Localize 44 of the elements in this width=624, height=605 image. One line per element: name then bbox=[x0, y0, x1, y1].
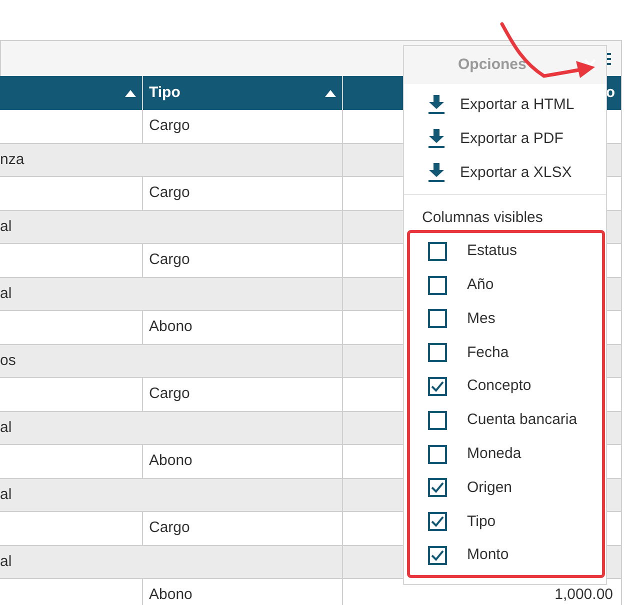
section-title: Columnas visibles bbox=[422, 209, 543, 226]
table-cell: Cargo bbox=[143, 177, 343, 210]
checkbox[interactable] bbox=[428, 309, 447, 328]
column-toggle[interactable]: Fecha bbox=[404, 336, 606, 370]
column-toggle[interactable]: Estatus bbox=[404, 234, 606, 268]
export-menu-item[interactable]: Exportar a HTML bbox=[404, 88, 606, 122]
group-label: al bbox=[0, 552, 12, 572]
table-cell: Abono bbox=[143, 445, 343, 478]
table-cell: Abono bbox=[143, 311, 343, 344]
checkbox[interactable] bbox=[428, 444, 447, 464]
download-icon bbox=[428, 163, 445, 183]
group-label: os bbox=[0, 350, 16, 370]
column-toggle[interactable]: Tipo bbox=[404, 504, 606, 539]
table-cell: Cargo bbox=[143, 110, 343, 144]
download-icon bbox=[428, 129, 445, 149]
group-label: al bbox=[0, 216, 12, 236]
close-icon[interactable] bbox=[584, 59, 596, 71]
checkbox[interactable] bbox=[428, 478, 447, 498]
group-label: al bbox=[0, 284, 12, 304]
column-toggle[interactable]: Moneda bbox=[404, 437, 606, 472]
column-toggle[interactable]: Mes bbox=[404, 302, 606, 336]
checkbox[interactable] bbox=[428, 377, 447, 396]
column-toggle[interactable]: Monto bbox=[404, 538, 606, 572]
table-cell: Cargo bbox=[143, 244, 343, 278]
export-menu-item[interactable]: Exportar a XLSX bbox=[404, 156, 606, 190]
column-header[interactable]: Tipo bbox=[143, 76, 343, 110]
export-menu-item[interactable]: Exportar a PDF bbox=[404, 122, 606, 156]
column-toggle[interactable]: Cuenta bancaria bbox=[404, 403, 606, 438]
download-icon bbox=[428, 95, 445, 115]
checkbox[interactable] bbox=[428, 410, 447, 430]
checkbox[interactable] bbox=[428, 343, 447, 362]
group-label: nza bbox=[0, 150, 24, 170]
group-label: al bbox=[0, 484, 12, 504]
column-toggle[interactable]: Año bbox=[404, 268, 606, 302]
table-cell: Cargo bbox=[143, 378, 343, 412]
table-cell: Cargo bbox=[143, 512, 343, 546]
column-toggle[interactable]: Concepto bbox=[404, 370, 606, 404]
checkbox[interactable] bbox=[428, 276, 447, 295]
menu-title: Opciones bbox=[458, 54, 526, 75]
checkbox[interactable] bbox=[428, 512, 447, 532]
checkbox[interactable] bbox=[428, 242, 447, 261]
column-toggle[interactable]: Origen bbox=[404, 471, 606, 505]
group-label: al bbox=[0, 418, 12, 438]
checkbox[interactable] bbox=[428, 546, 447, 566]
